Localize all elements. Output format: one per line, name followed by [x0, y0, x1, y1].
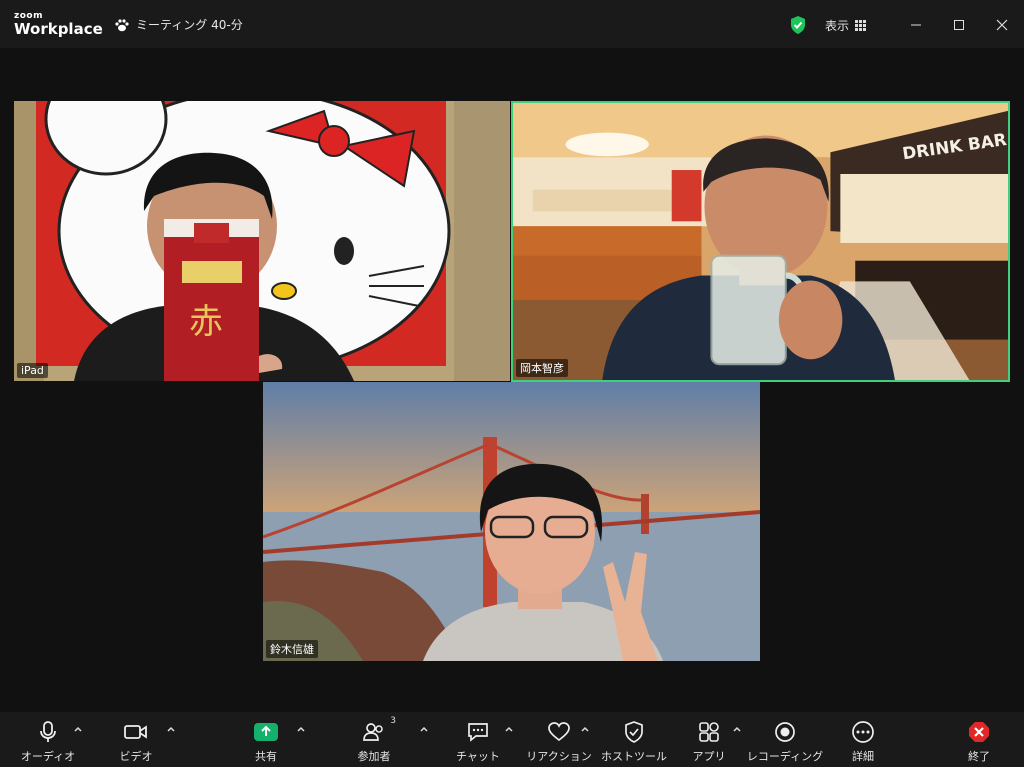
participant-name-okamoto: 岡本智彦 [516, 359, 568, 377]
shield-icon [625, 721, 643, 743]
share-options-chevron-up-icon[interactable] [296, 724, 306, 734]
okamoto-video-feed: DRINK BAR [513, 103, 1008, 380]
share-screen-icon [254, 723, 278, 741]
logo-workplace-text: Workplace [14, 20, 103, 38]
end-label: 終了 [968, 750, 990, 763]
chat-label: チャット [456, 750, 500, 763]
video-tile-ipad[interactable]: 赤 iPad [14, 101, 510, 381]
participants-label: 参加者 [357, 750, 391, 763]
video-tile-okamoto[interactable]: DRINK BAR 岡本智彦 [511, 101, 1010, 382]
ipad-video-feed: 赤 [14, 101, 510, 381]
minimize-button[interactable] [903, 12, 929, 38]
view-button[interactable]: 表示 [825, 17, 867, 34]
paw-icon [115, 18, 129, 31]
maximize-button[interactable] [946, 12, 972, 38]
video-button[interactable]: ビデオ [96, 719, 176, 764]
video-camera-icon [124, 725, 147, 739]
apps-label: アプリ [692, 750, 726, 763]
more-button[interactable]: 詳細 [823, 719, 903, 764]
participants-count: 3 [390, 716, 396, 726]
title-bar: zoom Workplace ミーティング 40-分 表示 [0, 0, 1024, 48]
meeting-info[interactable]: ミーティング 40-分 [114, 16, 243, 33]
reactions-options-chevron-up-icon[interactable] [580, 724, 590, 734]
apps-options-chevron-up-icon[interactable] [732, 724, 742, 734]
heart-icon [548, 722, 570, 742]
video-label: ビデオ [119, 750, 153, 763]
share-label: 共有 [255, 750, 277, 763]
end-meeting-button[interactable]: 終了 [939, 719, 1019, 764]
shield-check-icon [791, 16, 805, 34]
participant-name-suzuki: 鈴木信雄 [266, 640, 318, 658]
end-meeting-icon [969, 722, 989, 742]
svg-text:赤: 赤 [189, 302, 223, 342]
reactions-label: リアクション [526, 750, 592, 763]
host-tools-label: ホストツール [601, 750, 667, 763]
meeting-title: ミーティング 40-分 [136, 18, 243, 32]
maximize-icon [954, 20, 964, 30]
video-tile-suzuki[interactable]: 鈴木信雄 [263, 382, 760, 661]
video-options-chevron-up-icon[interactable] [166, 724, 176, 734]
more-label: 詳細 [852, 750, 874, 763]
zoom-workplace-logo: zoom Workplace [14, 12, 103, 37]
close-window-button[interactable] [989, 12, 1015, 38]
participants-options-chevron-up-icon[interactable] [419, 724, 429, 734]
security-shield[interactable] [789, 15, 807, 39]
recording-label: レコーディング [746, 750, 824, 763]
participants-icon [363, 723, 383, 741]
chat-bubble-icon [468, 723, 488, 742]
close-icon [996, 19, 1008, 31]
chat-options-chevron-up-icon[interactable] [504, 724, 514, 734]
view-label: 表示 [825, 19, 850, 33]
audio-options-chevron-up-icon[interactable] [73, 724, 83, 734]
microphone-icon [40, 721, 56, 742]
video-gallery: 赤 iPad DRINK BAR 岡本智彦 鈴木信雄 [0, 48, 1024, 712]
suzuki-video-feed [263, 382, 760, 661]
recording-button[interactable]: レコーディング [745, 719, 825, 764]
audio-label: オーディオ [20, 750, 76, 763]
minimize-icon [911, 24, 921, 26]
share-button[interactable]: 共有 [226, 719, 306, 764]
participant-name-ipad: iPad [17, 363, 48, 378]
record-icon [775, 722, 795, 742]
meeting-controls-toolbar: オーディオ ビデオ 共有 3 参加者 チャット リアクション ホストツール アプ… [0, 712, 1024, 767]
apps-icon [699, 722, 719, 742]
participants-button[interactable]: 3 参加者 [334, 716, 414, 764]
more-dots-icon [852, 721, 874, 743]
grid-icon [855, 20, 867, 31]
host-tools-button[interactable]: ホストツール [594, 719, 674, 764]
